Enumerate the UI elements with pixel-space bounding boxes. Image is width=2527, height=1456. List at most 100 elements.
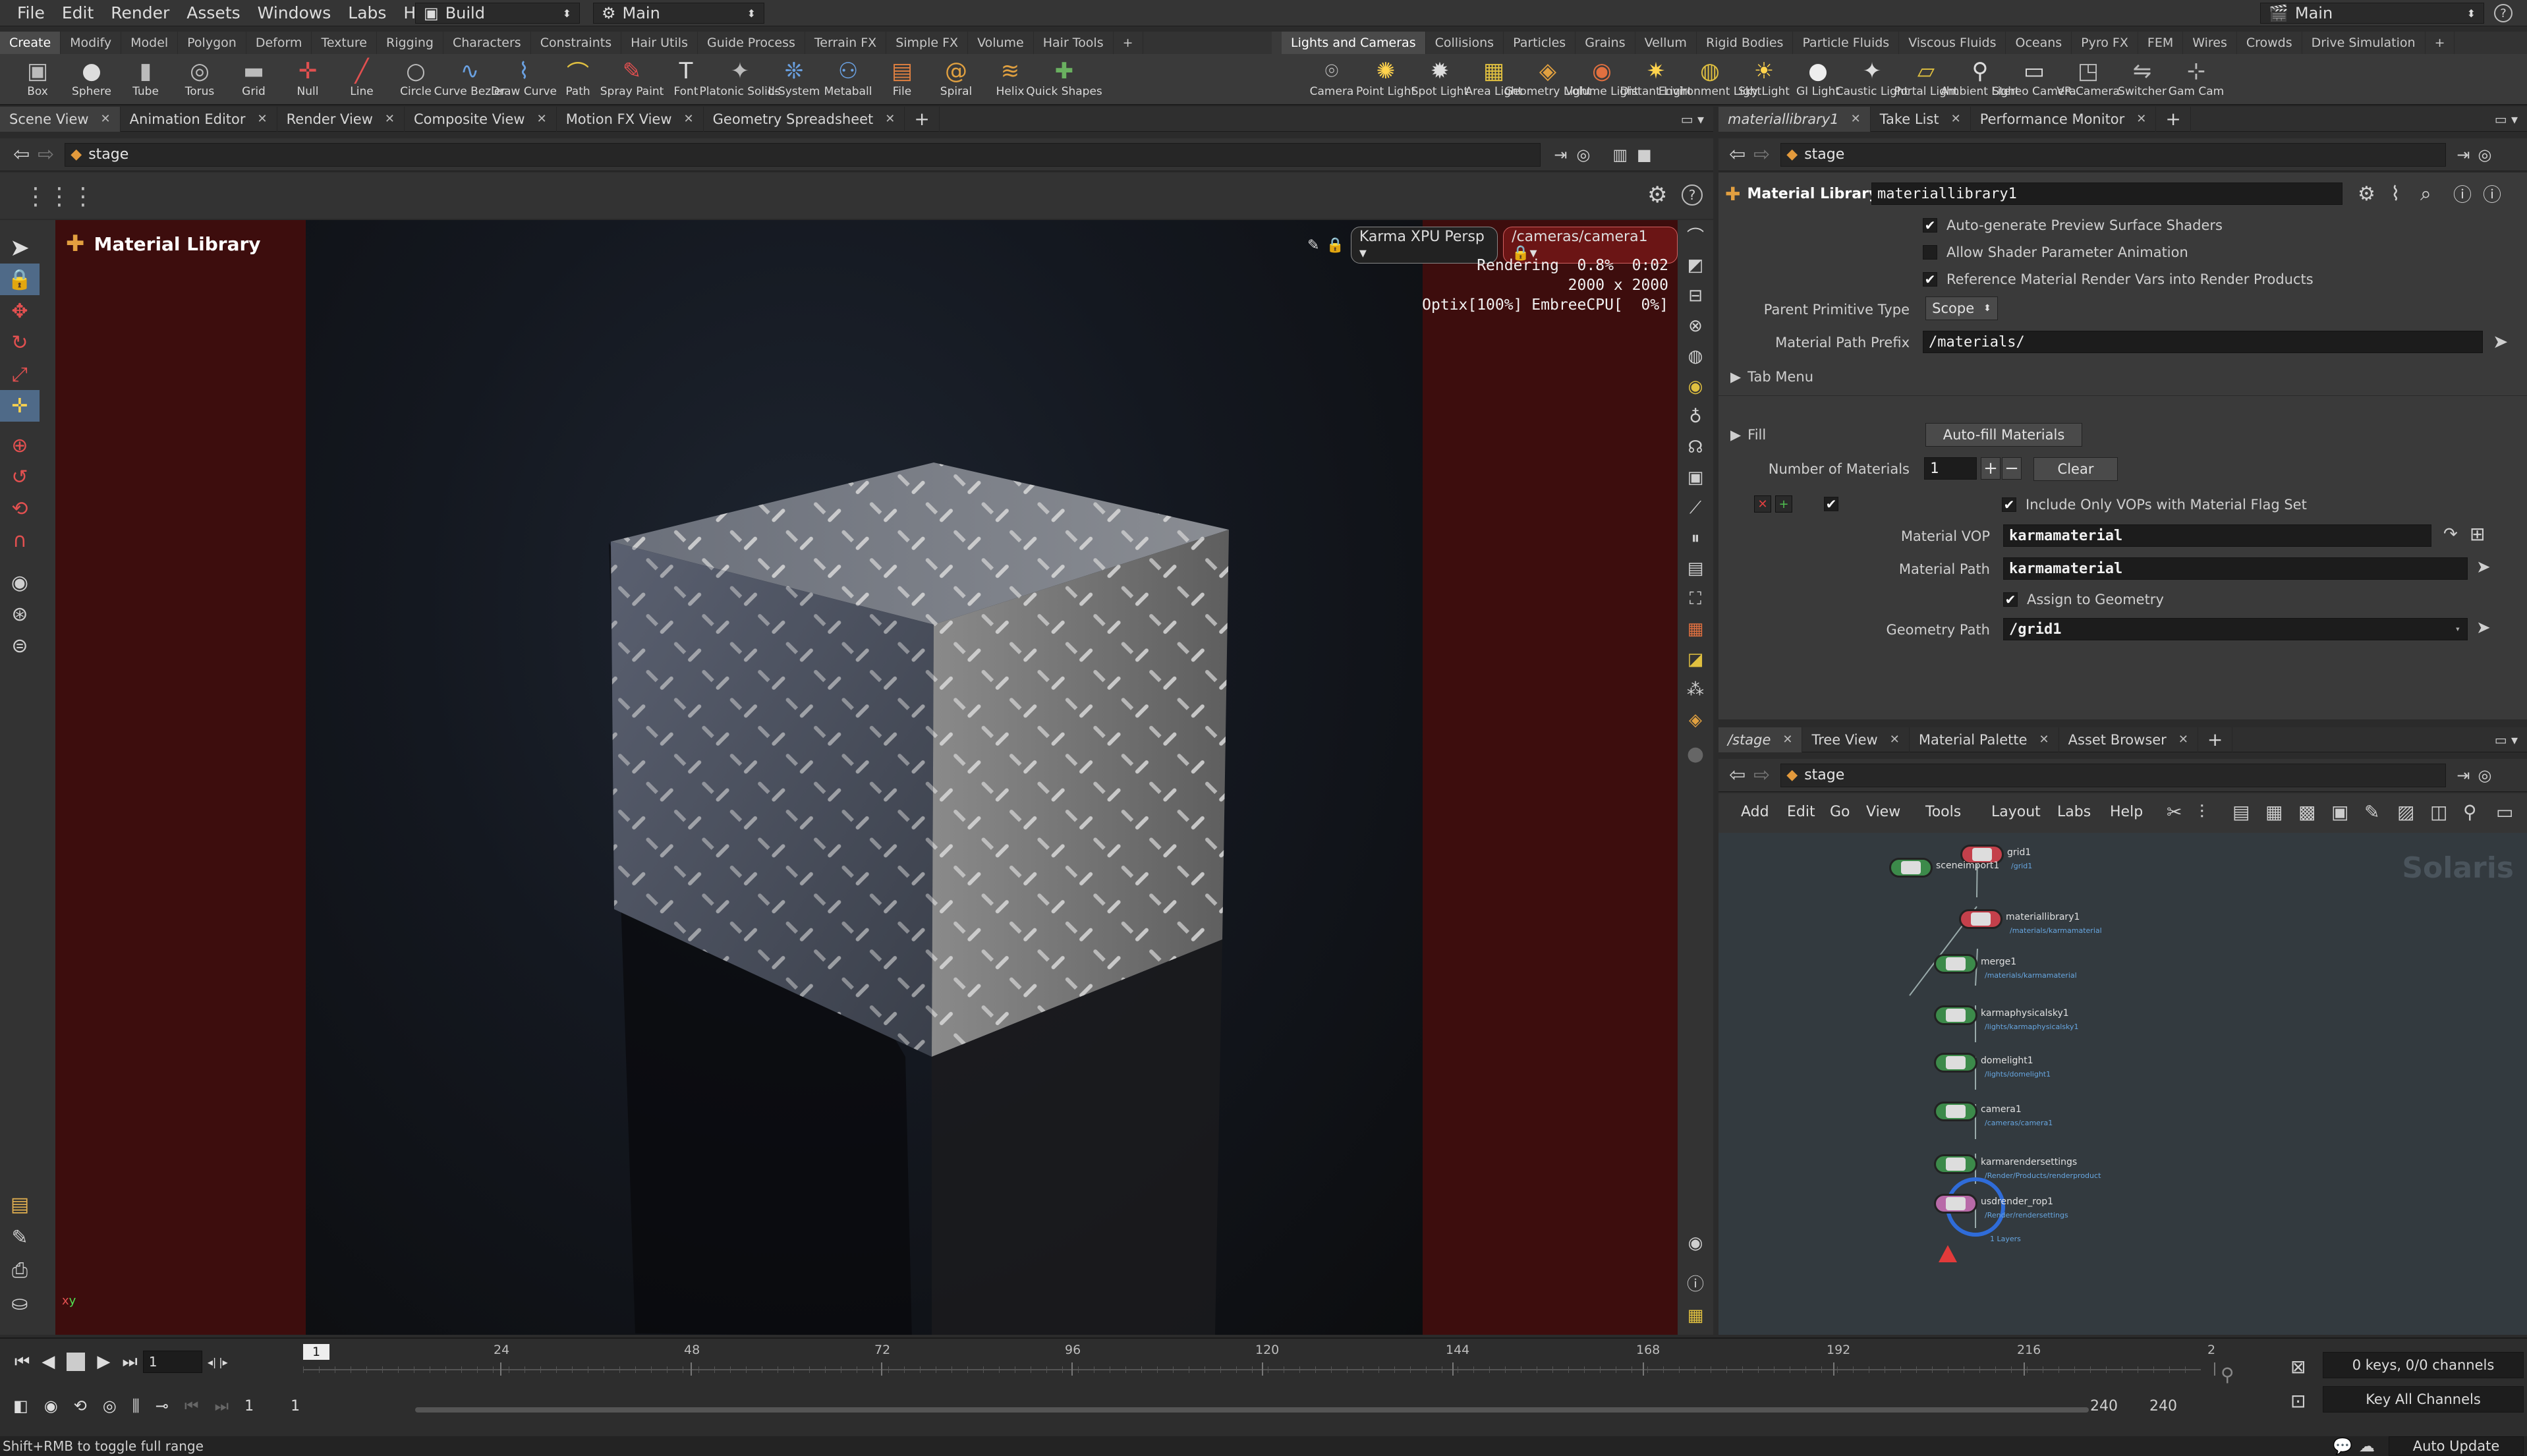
shelf-right-tab[interactable]: Particles: [1504, 32, 1576, 54]
shelf-left-tool[interactable]: ✚ Quick Shapes: [1026, 55, 1102, 105]
ruler-icon[interactable]: ⟋: [1678, 493, 1713, 523]
pane-tab[interactable]: Asset Browser ✕: [2059, 727, 2198, 752]
close-icon[interactable]: ⊗: [1678, 311, 1713, 341]
close-icon[interactable]: ✕: [2178, 733, 2188, 746]
close-icon[interactable]: ✕: [684, 112, 694, 126]
shelf-left-tool[interactable]: ❊ L-System: [767, 55, 821, 105]
forward-arrow-icon[interactable]: ⇨: [1753, 143, 1770, 166]
play-icon[interactable]: ▶: [97, 1352, 110, 1372]
material-path-field[interactable]: karmamaterial: [2003, 557, 2468, 580]
material-prefix-field[interactable]: /materials/: [1923, 331, 2483, 353]
guide-icon[interactable]: ◈: [1678, 705, 1713, 735]
shelf-left-tool[interactable]: ∿ Curve Bezier: [434, 55, 506, 105]
pane-tab[interactable]: Take List ✕: [1871, 106, 1971, 132]
auto-generate-checkbox[interactable]: ✔: [1923, 217, 1937, 233]
pane-tab[interactable]: Motion FX View ✕: [557, 106, 704, 132]
close-icon[interactable]: ✕: [1951, 112, 1961, 126]
search-icon[interactable]: ⚲: [2463, 801, 2477, 823]
network-node[interactable]: [1934, 1154, 1977, 1174]
shelf-left-tab[interactable]: Characters: [443, 32, 531, 54]
info-icon[interactable]: ⓘ: [1678, 1268, 1713, 1298]
playhead[interactable]: 1: [303, 1344, 329, 1360]
stop-icon[interactable]: [67, 1353, 86, 1371]
shelf-left-tool[interactable]: ╱ Line: [335, 55, 389, 105]
pane-tab[interactable]: /stage ✕: [1718, 727, 1803, 752]
node-chooser-icon[interactable]: ⊞: [2470, 523, 2485, 545]
shelf-left-tool[interactable]: ▣ Box: [11, 55, 65, 105]
pane-tab[interactable]: Render View ✕: [277, 106, 405, 132]
shelf-left-tab[interactable]: Hair Tools: [1034, 32, 1114, 54]
network-icon[interactable]: ◫: [2430, 801, 2447, 823]
back-arrow-icon[interactable]: ⇦: [13, 143, 30, 166]
range-start-value[interactable]: 1: [244, 1398, 291, 1414]
lasso-tool-icon[interactable]: ⟲: [0, 493, 40, 524]
preview-icon[interactable]: ▭: [2496, 801, 2513, 823]
network-menu-item[interactable]: Help: [2110, 804, 2143, 820]
view-tool-icon[interactable]: ◉: [0, 567, 40, 598]
camera-tool-icon[interactable]: ⊛: [0, 598, 40, 630]
network-editor[interactable]: Solaris grid1/grid1 sceneimport1 materiall…: [1718, 833, 2527, 1335]
shelf-right-tab[interactable]: Drive Simulation: [2302, 32, 2426, 54]
close-icon[interactable]: ✕: [385, 112, 395, 126]
range-end2-value[interactable]: 240: [2149, 1398, 2177, 1414]
shelf-left-tab[interactable]: Volume: [968, 32, 1034, 54]
pencil-icon[interactable]: ✎: [1307, 237, 1319, 254]
shelf-left-tool[interactable]: ▮ Tube: [119, 55, 173, 105]
close-icon[interactable]: ✕: [101, 112, 111, 126]
network-node[interactable]: [1934, 1194, 1977, 1214]
tab-menu-folder[interactable]: ▶ Tab Menu: [1730, 369, 1813, 385]
desktop-dropdown[interactable]: ▣ Build ⬍: [415, 3, 580, 24]
shelf-right-tab[interactable]: Particle Fluids: [1793, 32, 1900, 54]
shelf-left-tab[interactable]: Deform: [246, 32, 312, 54]
network-node[interactable]: [1959, 909, 2002, 929]
scale-tool-icon[interactable]: ⤢: [0, 358, 40, 390]
close-icon[interactable]: ✕: [1851, 112, 1861, 126]
pane-tab[interactable]: Scene View ✕: [0, 106, 121, 132]
network-node[interactable]: [1934, 1102, 1977, 1121]
add-tab-icon[interactable]: +: [2198, 727, 2233, 752]
shelf-left-tab[interactable]: Create: [0, 32, 61, 54]
pane-menu-icon[interactable]: ▭ ▾: [2495, 732, 2518, 748]
keyframe-icon[interactable]: ◎: [103, 1397, 117, 1415]
forward-arrow-icon[interactable]: ⇨: [1753, 764, 1770, 787]
shelf-left-tool[interactable]: ✎ Spray Paint: [600, 55, 664, 105]
help-icon[interactable]: ?: [1682, 184, 1703, 206]
lock-icon[interactable]: 🔒: [0, 264, 40, 295]
range-start2-value[interactable]: 1: [291, 1398, 337, 1414]
add-tab-icon[interactable]: +: [1114, 32, 1143, 54]
shelf-left-tool[interactable]: ▤ File: [875, 55, 929, 105]
close-icon[interactable]: ✕: [885, 112, 895, 126]
shelf-right-tab[interactable]: Rigid Bodies: [1697, 32, 1794, 54]
brush-icon[interactable]: ⌇: [2391, 182, 2400, 206]
pane-tab[interactable]: Animation Editor ✕: [121, 106, 277, 132]
tools-icon[interactable]: ✂: [2167, 801, 2182, 823]
scope-icon[interactable]: ⊸: [156, 1397, 169, 1415]
close-icon[interactable]: ✕: [1782, 733, 1792, 746]
shelf-right-tab[interactable]: Oceans: [2006, 32, 2072, 54]
close-icon[interactable]: ✕: [2039, 733, 2049, 746]
include-only-row[interactable]: ✔ Include Only VOPs with Material Flag Se…: [2002, 497, 2307, 513]
help-icon[interactable]: ⓘ: [2483, 181, 2501, 207]
scene-viewport[interactable]: ✚ Material Library ✎ 🔒 Karma XPU Persp ▾…: [55, 220, 1678, 1335]
shelf-right-tool[interactable]: ◍ Environment Light: [1659, 55, 1761, 105]
paint-tool-icon[interactable]: ✎: [0, 1221, 40, 1253]
magnifier-icon[interactable]: ⚲: [2221, 1364, 2234, 1386]
shelf-right-tool[interactable]: ⊹ Gam Cam: [2169, 55, 2224, 105]
menu-file[interactable]: File: [17, 3, 45, 22]
lock-icon[interactable]: ⊟: [1678, 281, 1713, 311]
geometry-path-field[interactable]: /grid1 ▾: [2003, 618, 2468, 640]
shelf-left-tab[interactable]: Rigging: [377, 32, 443, 54]
network-menu-item[interactable]: Layout: [1991, 804, 2041, 820]
step-back-icon[interactable]: ◂|: [208, 1356, 216, 1368]
shelf-left-tool[interactable]: ● Sphere: [65, 55, 119, 105]
context-dropdown[interactable]: ⚙ Main ⬍: [593, 3, 764, 24]
shelf-right-tool[interactable]: ▭ Stereo Camera: [1992, 55, 2076, 105]
ticks-icon[interactable]: ⫼: [132, 1397, 140, 1415]
network-menu-item[interactable]: Edit: [1787, 804, 1815, 820]
lock-icon[interactable]: 🔒: [1326, 237, 1344, 254]
key-all-button[interactable]: Key All Channels: [2323, 1386, 2524, 1413]
back-arrow-icon[interactable]: ⇦: [1729, 143, 1746, 166]
shelf-right-tab[interactable]: Grains: [1576, 32, 1635, 54]
current-frame-field[interactable]: 1: [142, 1351, 202, 1373]
print-tool-icon[interactable]: ⎙: [0, 1254, 40, 1286]
